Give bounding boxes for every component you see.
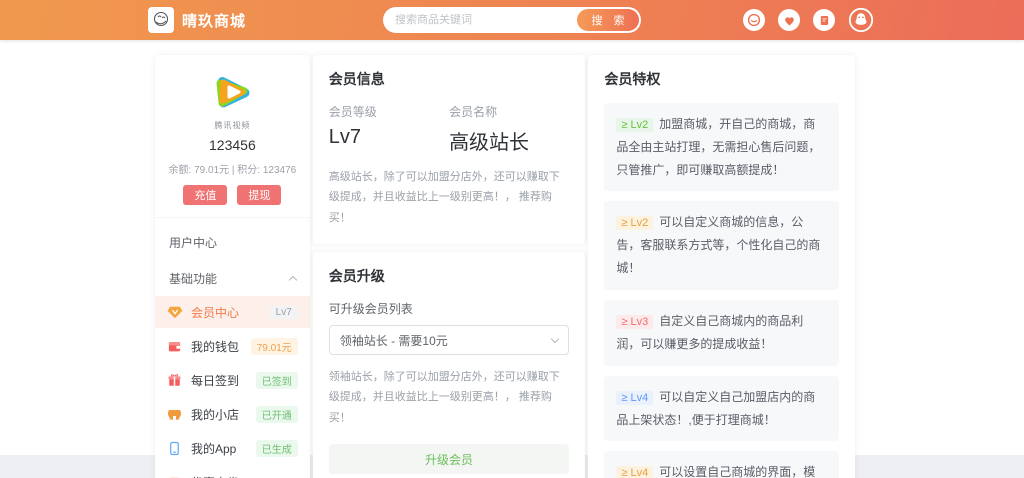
sidebar-item-my-wallet[interactable]: 我的钱包 79.01元 xyxy=(155,330,310,362)
brand-area: 晴玖商城 xyxy=(148,7,246,33)
card-title: 会员特权 xyxy=(604,71,661,87)
card-title: 会员升级 xyxy=(328,268,385,285)
sidebar-item-daily-checkin[interactable]: 每日签到 已签到 xyxy=(155,364,310,396)
sidebar-item-member-center[interactable]: 会员中心 Lv7 xyxy=(155,296,310,328)
chevron-down-icon xyxy=(551,334,560,343)
section-label: 基础功能 xyxy=(169,271,218,286)
upgrade-list-label: 可升级会员列表 xyxy=(328,302,413,317)
shop-icon xyxy=(167,406,183,422)
vip-icon xyxy=(167,304,183,320)
tencent-video-logo-icon xyxy=(216,77,250,108)
search-button[interactable]: 搜 索 xyxy=(577,9,639,31)
menu-item-label: 我的钱包 xyxy=(191,339,240,354)
privilege-item: ≥ Lv2 加盟商城，开自己的商城，商品全由主站打理，无需担心售后问题，只管推广，… xyxy=(604,103,839,192)
member-level-label: 会员等级 xyxy=(328,105,377,119)
sidebar: 腾讯视频 123456 余额: 79.01元 | 积分: 123476 充值 提… xyxy=(155,55,310,478)
middle-column: 会员信息 会员等级 Lv7 会员名称 高级站长 高级站长，除了可以加盟分店外，还… xyxy=(312,55,586,478)
username: 123456 xyxy=(209,137,256,153)
balance-points-line: 余额: 79.01元 | 积分: 123476 xyxy=(168,165,297,176)
search-bar: 搜 索 xyxy=(383,7,641,33)
sidebar-menu: 用户中心 基础功能 会员中心 Lv7 我的钱包 79.01元 每日签到 已签到 … xyxy=(155,217,310,478)
menu-item-label: 每日签到 xyxy=(191,373,240,388)
wallet-icon xyxy=(167,338,183,354)
privilege-item: ≥ Lv2 可以自定义商城的信息，公告，客服联系方式等，个性化自己的商城！ xyxy=(604,201,839,290)
member-privileges-card: 会员特权 ≥ Lv2 加盟商城，开自己的商城，商品全由主站打理，无需担心售后问题，… xyxy=(588,55,855,478)
document-icon[interactable] xyxy=(813,9,835,31)
sidebar-item-my-app[interactable]: 我的App 已生成 xyxy=(155,432,310,464)
sidebar-section-basic-functions[interactable]: 基础功能 xyxy=(155,262,310,294)
user-profile-block: 腾讯视频 123456 余额: 79.01元 | 积分: 123476 充值 提… xyxy=(155,69,310,205)
menu-item-label: 我的App xyxy=(191,441,237,456)
upgrade-member-button[interactable]: 升级会员 xyxy=(328,444,570,475)
upgrade-description: 领袖站长，除了可以加盟分店外，还可以赚取下级提成，并且收益比上一级别更高！， 推… xyxy=(328,371,560,424)
ticket-icon xyxy=(167,474,183,478)
status-badge: 已生成 xyxy=(255,439,298,457)
member-info-description: 高级站长，除了可以加盟分店外，还可以赚取下级提成，并且收益比上一级别更高！， 推… xyxy=(328,171,560,224)
menu-item-label: 我的小店 xyxy=(191,407,240,422)
member-level-value: Lv7 xyxy=(328,126,362,148)
privilege-item: ≥ Lv4可以设置自己商城的界面，模板，让你的商城与众不同！ xyxy=(604,451,839,478)
recharge-button[interactable]: 充值 xyxy=(183,185,228,205)
section-label: 用户中心 xyxy=(169,235,218,250)
level-requirement-badge: ≥ Lv4 xyxy=(616,466,654,478)
selected-option: 领袖站长 - 需要10元 xyxy=(339,333,448,348)
level-requirement-badge: ≥ Lv2 xyxy=(616,216,654,231)
phone-icon xyxy=(167,440,183,456)
sidebar-item-user-center[interactable]: 用户中心 xyxy=(155,226,310,258)
header-icon-group xyxy=(743,0,874,40)
sidebar-item-coupons[interactable]: 优惠卡券 xyxy=(155,466,310,478)
avatar[interactable]: 腾讯视频 xyxy=(207,69,257,131)
main-content: 腾讯视频 123456 余额: 79.01元 | 积分: 123476 充值 提… xyxy=(155,55,855,478)
menu-item-label: 会员中心 xyxy=(191,305,240,320)
member-name-label: 会员名称 xyxy=(449,105,498,119)
logo-doodle-icon xyxy=(153,11,169,27)
member-name-value: 高级站长 xyxy=(449,132,530,154)
level-requirement-badge: ≥ Lv4 xyxy=(616,390,654,405)
privilege-item: ≥ Lv4 可以自定义自己加盟店内的商品上架状态！,便于打理商城！ xyxy=(604,375,839,442)
avatar-caption: 腾讯视频 xyxy=(214,121,251,130)
card-title: 会员信息 xyxy=(328,71,385,87)
wallet-amount-badge: 79.01元 xyxy=(250,337,298,355)
member-info-card: 会员信息 会员等级 Lv7 会员名称 高级站长 高级站长，除了可以加盟分店外，还… xyxy=(312,55,586,245)
member-upgrade-card: 会员升级 可升级会员列表 领袖站长 - 需要10元 领袖站长，除了可以加盟分店外… xyxy=(312,252,586,478)
sidebar-item-my-shop[interactable]: 我的小店 已开通 xyxy=(155,398,310,430)
smiley-icon[interactable] xyxy=(743,9,765,31)
level-requirement-badge: ≥ Lv2 xyxy=(616,118,654,132)
withdraw-button[interactable]: 提现 xyxy=(237,185,282,205)
app-logo[interactable] xyxy=(148,7,174,33)
brand-title: 晴玖商城 xyxy=(182,12,247,30)
chevron-up-icon xyxy=(288,275,298,284)
qq-penguin-icon[interactable] xyxy=(848,7,874,33)
heart-icon[interactable] xyxy=(778,9,800,31)
privilege-item: ≥ Lv3 自定义自己商城内的商品利润，可以赚更多的提成收益！ xyxy=(604,299,839,366)
gift-icon xyxy=(167,372,183,388)
app-header: 晴玖商城 搜 索 xyxy=(0,0,1024,40)
level-badge: Lv7 xyxy=(269,305,298,319)
status-badge: 已签到 xyxy=(255,371,298,389)
menu-item-label: 优惠卡券 xyxy=(191,474,298,478)
search-input[interactable] xyxy=(387,14,577,26)
upgrade-option-select[interactable]: 领袖站长 - 需要10元 xyxy=(328,325,570,356)
level-requirement-badge: ≥ Lv3 xyxy=(616,314,654,329)
status-badge: 已开通 xyxy=(255,405,298,423)
